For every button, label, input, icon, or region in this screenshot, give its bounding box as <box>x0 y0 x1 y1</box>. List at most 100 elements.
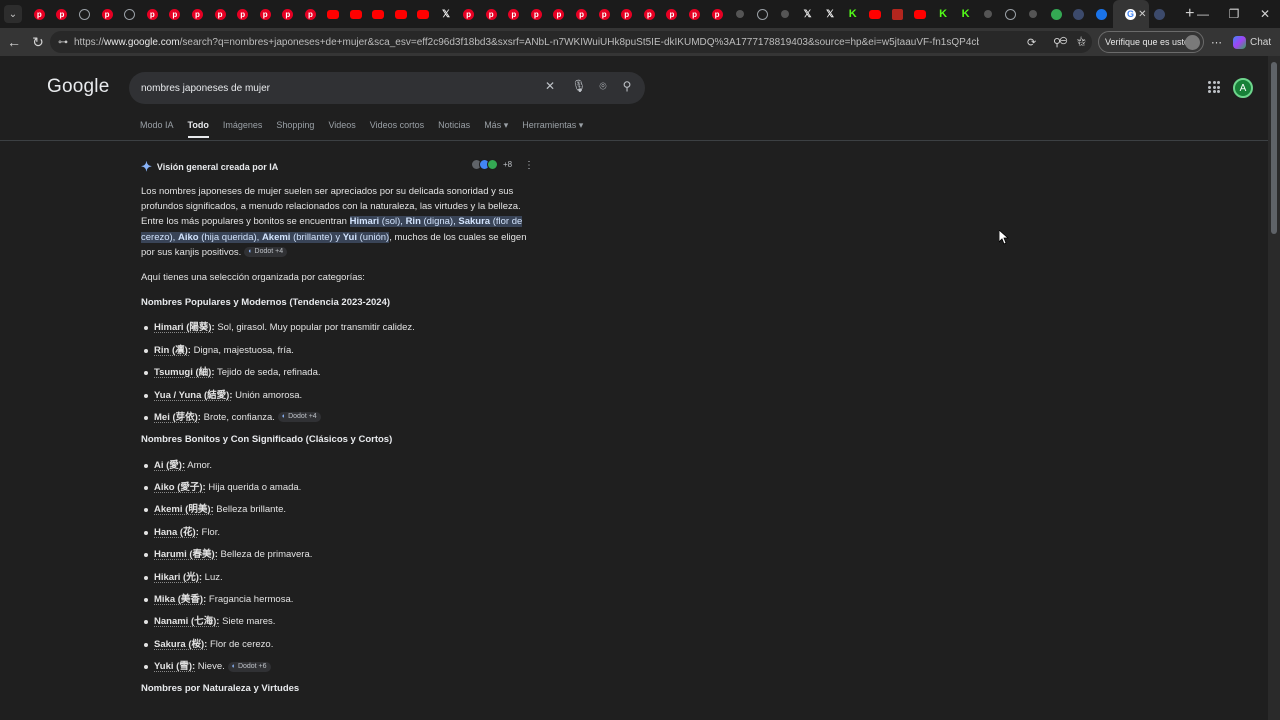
name-term[interactable]: Akemi (明美): <box>154 504 214 515</box>
source-chip[interactable]: Dodot +4 <box>277 412 321 423</box>
browser-tab[interactable]: p <box>661 0 684 28</box>
name-term[interactable]: Mei (芽依): <box>154 412 201 423</box>
search-icon[interactable]: ⚲ <box>619 79 635 93</box>
search-tab[interactable]: Modo IA <box>140 120 174 131</box>
browser-tab[interactable] <box>1045 0 1068 28</box>
name-term[interactable]: Yuki (雪): <box>154 661 195 672</box>
browser-tab[interactable]: p <box>570 0 593 28</box>
search-input[interactable]: nombres japoneses de mujer <box>141 83 270 94</box>
account-avatar[interactable]: A <box>1233 78 1253 98</box>
name-term[interactable]: Harumi (春美): <box>154 549 218 560</box>
browser-tab[interactable]: p <box>209 0 232 28</box>
search-box[interactable]: nombres japoneses de mujer ✕ 🎙︎ ⌾ ⚲ <box>129 72 645 104</box>
search-tab[interactable]: Noticias <box>438 120 470 131</box>
browser-tab[interactable]: p <box>683 0 706 28</box>
browser-tab[interactable] <box>774 0 797 28</box>
close-tab-icon[interactable]: ✕ <box>1138 9 1146 20</box>
profile-button[interactable]: Verifique que es usted <box>1098 31 1204 53</box>
browser-tab[interactable]: p <box>164 0 187 28</box>
browser-tab[interactable]: p <box>254 0 277 28</box>
highlighted-name[interactable]: Aiko <box>178 232 199 243</box>
browser-tab[interactable]: p <box>51 0 74 28</box>
more-options-icon[interactable]: ⋮ <box>524 160 534 171</box>
browser-tab[interactable]: p <box>231 0 254 28</box>
search-tab[interactable]: Videos cortos <box>370 120 424 131</box>
highlighted-name[interactable]: Himari <box>350 216 380 227</box>
google-logo[interactable]: Google <box>47 76 109 98</box>
browser-tab[interactable] <box>887 0 910 28</box>
browser-tab[interactable]: K <box>841 0 864 28</box>
browser-tab[interactable]: p <box>299 0 322 28</box>
browser-tab[interactable]: 𝕏 <box>796 0 819 28</box>
scrollbar-thumb[interactable] <box>1271 62 1277 234</box>
browser-tab[interactable]: K <box>954 0 977 28</box>
name-term[interactable]: Hikari (光): <box>154 572 202 583</box>
maximize-button[interactable]: ❐ <box>1219 0 1249 28</box>
source-icons[interactable]: +8 <box>471 159 512 170</box>
search-tab[interactable]: Videos <box>328 120 355 131</box>
highlighted-name[interactable]: Rin <box>406 216 421 227</box>
browser-tab[interactable] <box>909 0 932 28</box>
browser-tab[interactable] <box>344 0 367 28</box>
tab-search-button[interactable]: ⌄ <box>4 5 22 23</box>
browser-tab[interactable]: p <box>480 0 503 28</box>
browser-tab[interactable] <box>1149 0 1172 28</box>
browser-tab[interactable]: 𝕏 <box>819 0 842 28</box>
name-term[interactable]: Tsumugi (紬): <box>154 367 215 378</box>
browser-tab[interactable] <box>1090 0 1113 28</box>
address-bar[interactable]: ⊶ https://www.google.com/search?q=nombre… <box>50 31 1092 53</box>
name-term[interactable]: Yua / Yuna (結愛): <box>154 390 232 401</box>
browser-tab[interactable]: p <box>96 0 119 28</box>
search-tab[interactable]: Imágenes <box>223 120 263 131</box>
highlighted-name[interactable]: Sakura <box>458 216 490 227</box>
browser-tab[interactable] <box>322 0 345 28</box>
camera-lens-icon[interactable]: ⌾ <box>595 79 611 94</box>
browser-tab[interactable]: p <box>28 0 51 28</box>
browser-tab[interactable] <box>751 0 774 28</box>
browser-tab[interactable]: p <box>548 0 571 28</box>
favorites-icon[interactable]: ✩ <box>1077 28 1086 56</box>
name-term[interactable]: Hana (花): <box>154 527 199 538</box>
name-term[interactable]: Himari (陽葵): <box>154 322 215 333</box>
chat-button[interactable]: Chat <box>1233 28 1271 56</box>
browser-tab[interactable] <box>728 0 751 28</box>
more-menu-icon[interactable]: ⋯ <box>1211 28 1222 56</box>
highlighted-name[interactable]: Akemi <box>262 232 291 243</box>
browser-tab[interactable] <box>412 0 435 28</box>
apps-grid-icon[interactable] <box>1208 81 1220 93</box>
browser-tab[interactable]: p <box>593 0 616 28</box>
reload-button[interactable]: ↻ <box>26 30 50 54</box>
highlighted-name[interactable]: Yui <box>343 232 357 243</box>
extensions-icon[interactable]: ⟳ <box>1027 28 1036 56</box>
browser-tab[interactable] <box>864 0 887 28</box>
browser-tab[interactable]: p <box>638 0 661 28</box>
browser-tab[interactable] <box>118 0 141 28</box>
name-term[interactable]: Aiko (愛子): <box>154 482 206 493</box>
browser-tab[interactable] <box>1067 0 1090 28</box>
close-window-button[interactable]: ✕ <box>1250 0 1280 28</box>
browser-tab[interactable] <box>1022 0 1045 28</box>
source-chip[interactable]: Dodot +6 <box>227 661 271 672</box>
search-tab[interactable]: Todo <box>187 120 210 138</box>
name-term[interactable]: Rin (凛): <box>154 345 191 356</box>
active-browser-tab[interactable]: G ✕ <box>1112 0 1149 28</box>
browser-tab[interactable]: K <box>932 0 955 28</box>
translate-icon[interactable]: ⚲ <box>1053 28 1061 56</box>
search-tab[interactable]: Herramientas ▾ <box>522 120 583 131</box>
browser-tab[interactable]: p <box>141 0 164 28</box>
site-info-icon[interactable]: ⊶ <box>58 37 72 48</box>
clear-icon[interactable]: ✕ <box>542 79 558 93</box>
search-tab[interactable]: Shopping <box>276 120 314 131</box>
name-term[interactable]: Mika (美香): <box>154 594 206 605</box>
search-tab[interactable]: Más ▾ <box>484 120 508 131</box>
browser-tab[interactable]: p <box>277 0 300 28</box>
browser-tab[interactable]: p <box>457 0 480 28</box>
browser-tab[interactable]: p <box>706 0 729 28</box>
browser-tab[interactable]: p <box>186 0 209 28</box>
browser-tab[interactable]: p <box>502 0 525 28</box>
browser-tab[interactable] <box>390 0 413 28</box>
browser-tab[interactable]: 𝕏 <box>435 0 458 28</box>
minimize-button[interactable]: — <box>1188 0 1218 28</box>
browser-tab[interactable]: p <box>615 0 638 28</box>
browser-tab[interactable] <box>73 0 96 28</box>
